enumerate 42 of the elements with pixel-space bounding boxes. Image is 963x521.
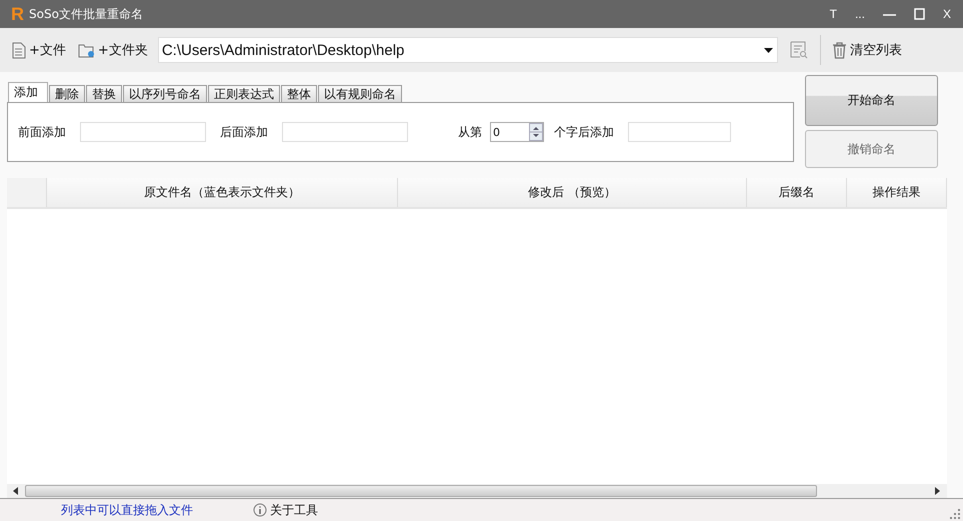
tab[interactable]: 整体: [281, 85, 317, 102]
app-logo: R: [11, 4, 24, 24]
window-control[interactable]: T: [830, 7, 837, 21]
scroll-right-icon[interactable]: [935, 487, 941, 495]
window-control[interactable]: X: [942, 7, 951, 21]
suffix-input-field[interactable]: [282, 122, 408, 142]
window-control[interactable]: ...: [854, 7, 865, 21]
dropdown-caret-icon[interactable]: [764, 48, 773, 52]
add-folder-button[interactable]: +文件夹: [78, 41, 148, 59]
trash-icon: [832, 42, 847, 58]
action-button[interactable]: 开始命名: [805, 75, 938, 126]
scroll-left-icon[interactable]: [13, 487, 19, 495]
scrollbar-thumb[interactable]: [25, 485, 817, 497]
status-hint: 列表中可以直接拖入文件: [60, 502, 193, 518]
folder-icon: [78, 42, 95, 58]
column-header[interactable]: 原文件名（蓝色表示文件夹）: [46, 178, 398, 207]
tab[interactable]: 以有规则命名: [318, 85, 402, 102]
spin-arrows-icon[interactable]: [529, 123, 543, 141]
add-file-button[interactable]: +文件: [12, 41, 66, 59]
tab[interactable]: 替换: [86, 85, 122, 102]
position-spinner[interactable]: 0: [490, 122, 544, 142]
insert-input-field[interactable]: [628, 122, 731, 142]
tab[interactable]: 删除: [49, 85, 85, 102]
prefix-input-field[interactable]: [80, 122, 206, 142]
tab[interactable]: 正则表达式: [208, 85, 280, 102]
column-header[interactable]: 后缀名: [747, 178, 848, 207]
document-icon: [12, 42, 26, 58]
about-button[interactable]: 关于工具: [253, 502, 318, 518]
field-label: 前面添加: [18, 124, 66, 140]
clear-list-button[interactable]: 清空列表: [832, 41, 902, 59]
field-label: 从第: [458, 124, 482, 140]
window-title: SoSo文件批量重命名: [29, 6, 143, 22]
field-label: 后面添加: [220, 124, 268, 140]
maximize-icon[interactable]: [914, 8, 925, 20]
column-header[interactable]: 操作结果: [847, 178, 947, 207]
field-label: 个字后添加: [554, 124, 614, 140]
resize-grip-icon[interactable]: [950, 509, 960, 519]
tab[interactable]: 以序列号命名: [123, 85, 207, 102]
path-field[interactable]: C:\Users\Administrator\Desktop\help: [158, 37, 778, 63]
tab[interactable]: 添加: [8, 82, 48, 102]
info-icon: [253, 503, 267, 517]
column-header[interactable]: 修改后 （预览）: [398, 178, 748, 207]
